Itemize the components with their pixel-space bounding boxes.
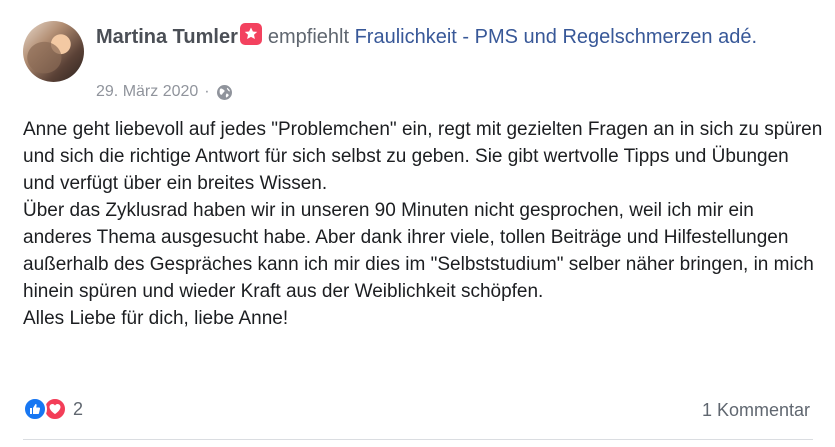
recommend-verb: empfiehlt [267, 26, 350, 48]
body-paragraph: Anne geht liebevoll auf jedes "Problemch… [23, 119, 823, 194]
divider [23, 439, 813, 440]
post-date[interactable]: 29. März 2020 [96, 83, 198, 101]
body-paragraph: Über das Zyklusrad haben wir in unseren … [23, 200, 814, 302]
comments-count[interactable]: 1 Kommentar [702, 400, 810, 421]
like-icon [23, 397, 47, 421]
page-link[interactable]: Fraulichkeit - PMS und Regelschmerzen ad… [355, 26, 757, 48]
meta-separator: · [204, 83, 210, 100]
post-meta: 29. März 2020 · [96, 83, 233, 101]
reactions-summary[interactable]: 2 [23, 397, 83, 421]
recommendation-post: Martina Tumler empfiehlt Fraulichkeit - P… [0, 0, 835, 447]
body-paragraph: Alles Liebe für dich, liebe Anne! [23, 308, 289, 329]
post-body: Anne geht liebevoll auf jedes "Problemch… [23, 116, 823, 332]
reaction-count[interactable]: 2 [73, 399, 83, 420]
globe-icon[interactable] [216, 84, 233, 101]
author-name[interactable]: Martina Tumler [96, 26, 238, 48]
post-header: Martina Tumler empfiehlt Fraulichkeit - P… [96, 23, 796, 51]
avatar[interactable] [23, 21, 84, 82]
recommend-badge-icon [239, 23, 262, 45]
